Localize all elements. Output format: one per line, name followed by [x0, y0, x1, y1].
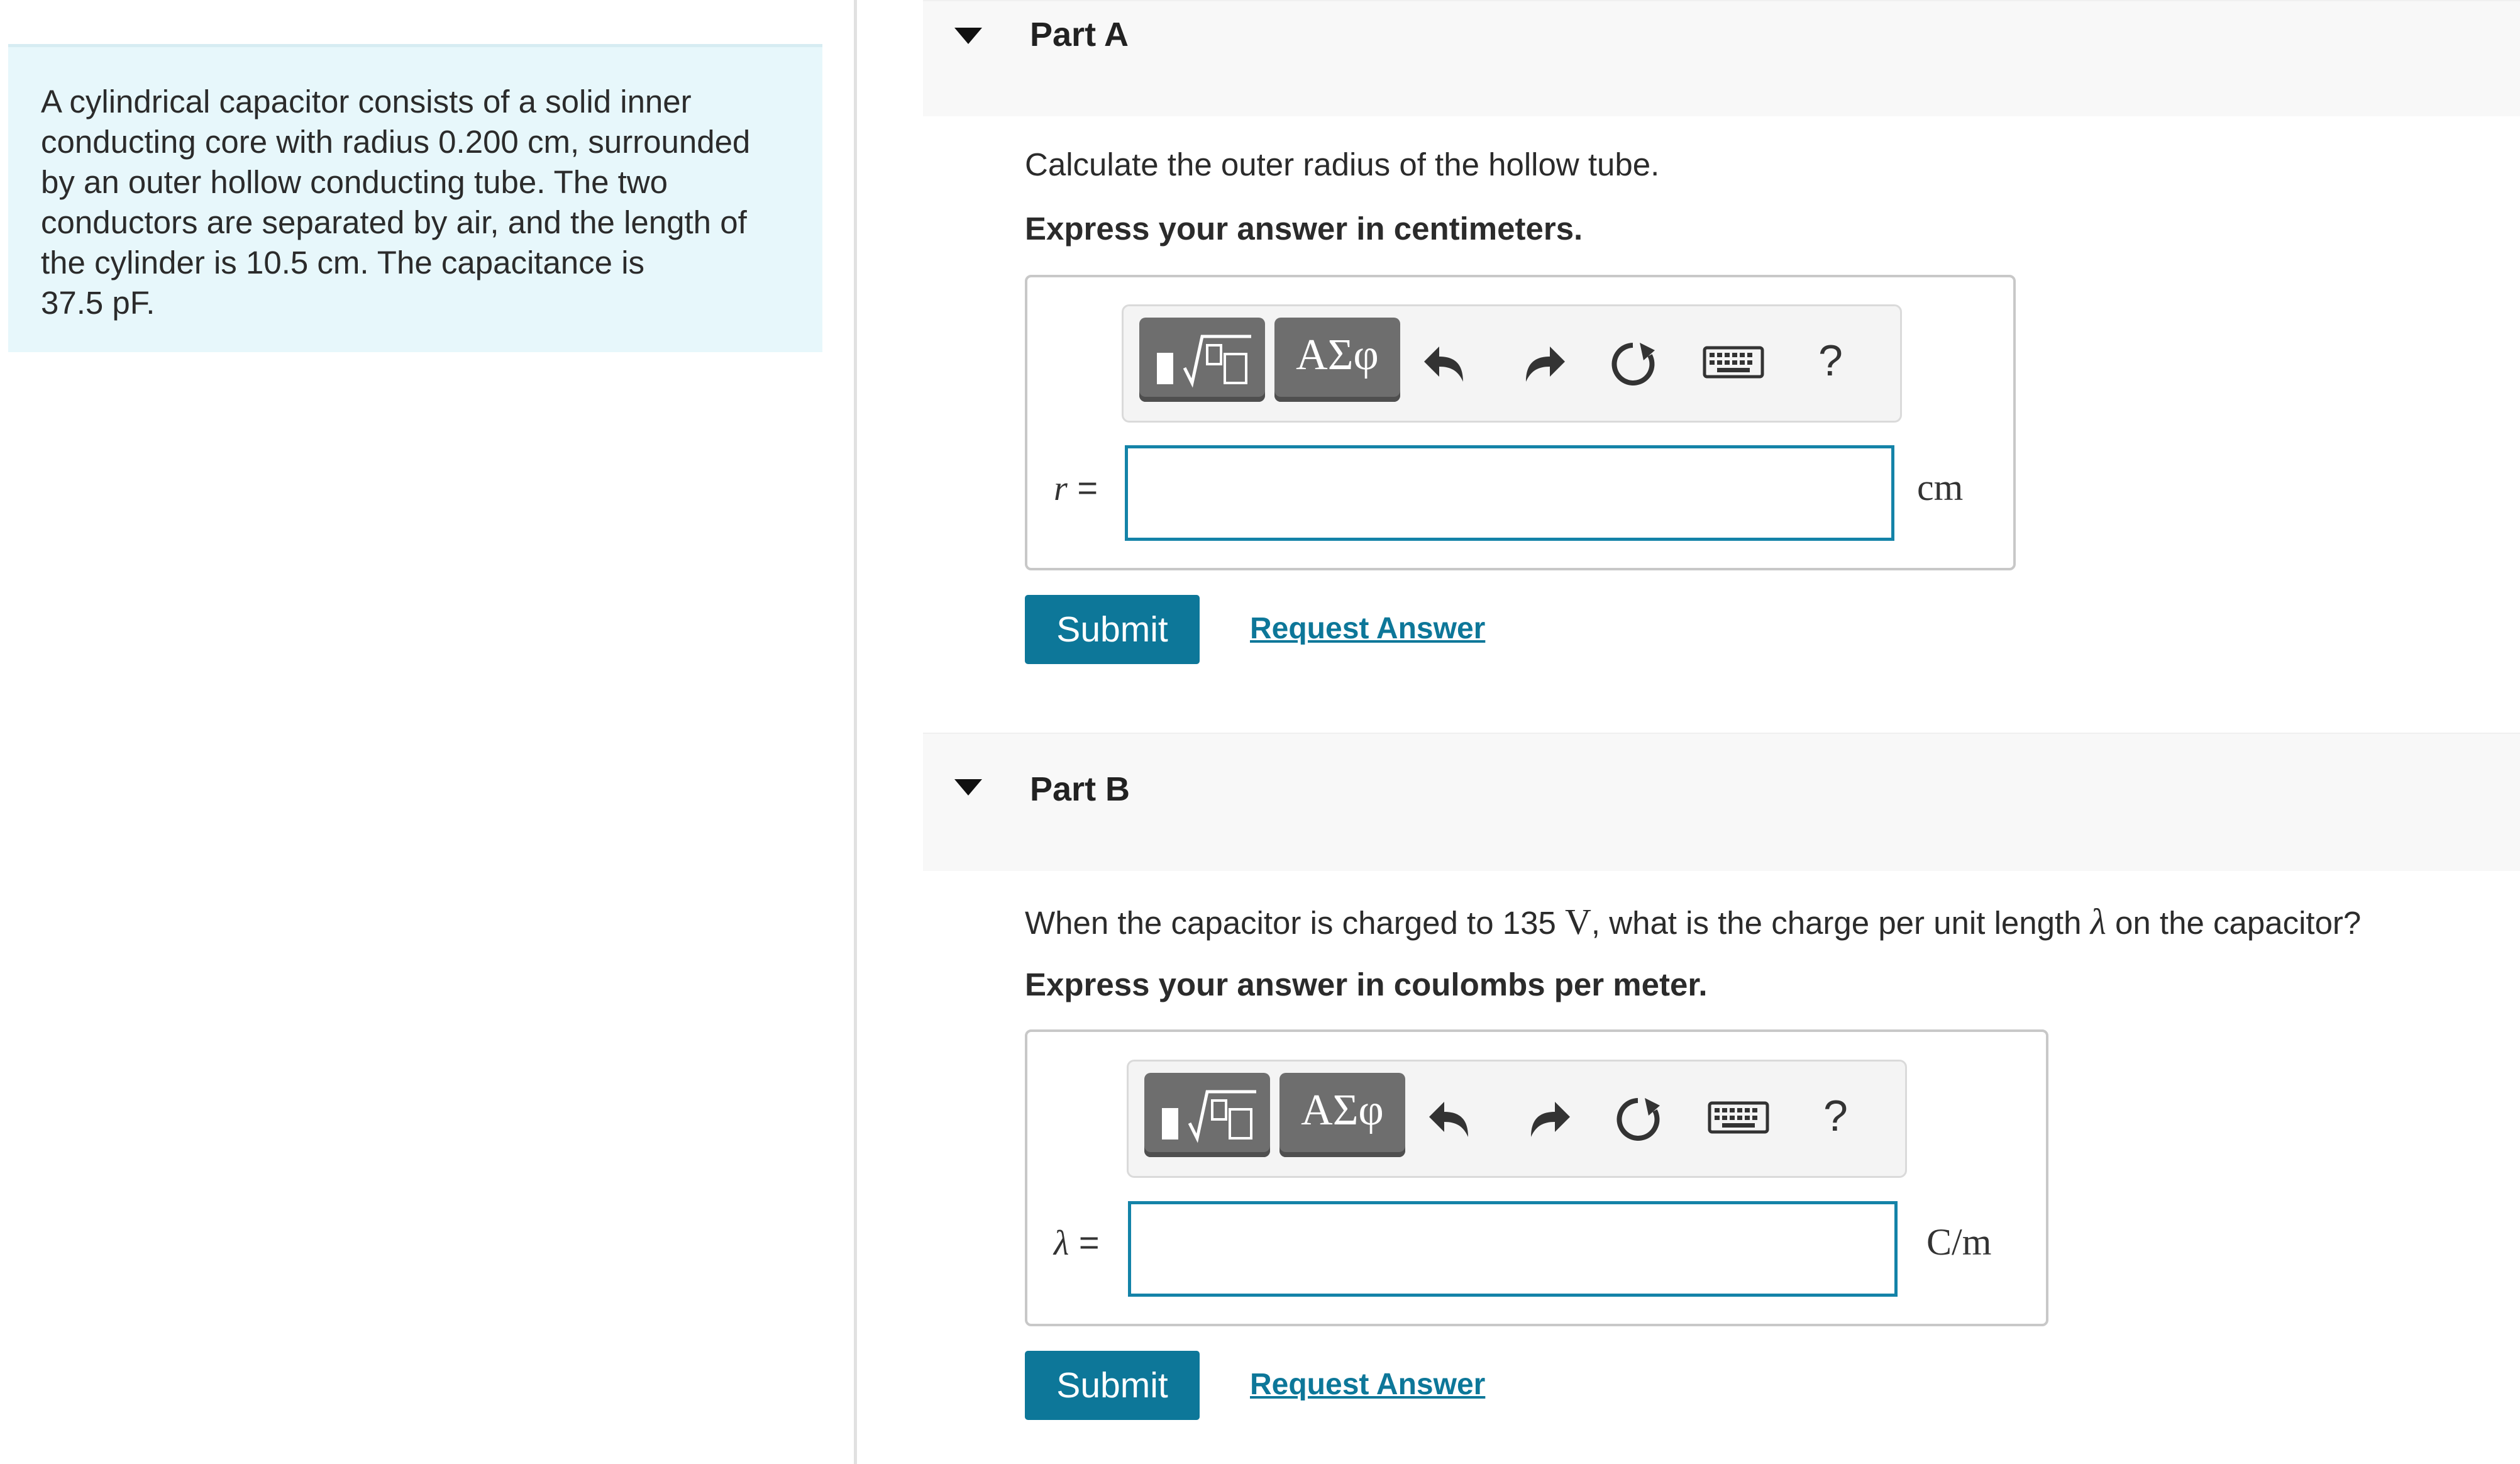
part-a-instruction: Express your answer in centimeters. [1025, 211, 1583, 247]
question-text: Calculate the outer radius of the hollow… [1025, 147, 1660, 182]
part-a-title: Part A [1030, 16, 1129, 53]
part-a-question: Calculate the outer radius of the hollow… [1025, 146, 1659, 183]
question-text: on the capacitor? [2106, 905, 2362, 941]
lambda-symbol: λ [2090, 901, 2106, 942]
part-a-request-answer-link[interactable]: Request Answer [1250, 611, 1485, 646]
equals-sign: = [1077, 468, 1098, 507]
greek-symbols-button[interactable]: ΑΣφ [1279, 1073, 1405, 1157]
templates-button[interactable] [1144, 1073, 1270, 1157]
keyboard-icon[interactable] [1707, 1099, 1770, 1137]
part-a-answer-box: ΑΣφ ? r = cm [1025, 275, 2016, 570]
keyboard-icon[interactable] [1702, 344, 1765, 382]
redo-icon[interactable] [1518, 1093, 1575, 1143]
equals-sign: = [1078, 1223, 1100, 1262]
part-a-answer-input[interactable] [1125, 445, 1894, 541]
math-toolbar: ΑΣφ ? [1127, 1060, 1907, 1178]
math-toolbar: ΑΣφ ? [1122, 304, 1902, 423]
problem-line: A cylindrical capacitor consists of a so… [41, 84, 692, 119]
help-button[interactable]: ? [1823, 1090, 1848, 1141]
greek-label: ΑΣφ [1301, 1086, 1384, 1134]
variable-symbol: r [1054, 469, 1068, 508]
problem-line: 37.5 pF. [41, 285, 155, 321]
part-b-answer-input[interactable] [1128, 1201, 1898, 1297]
templates-button[interactable] [1139, 318, 1265, 402]
part-a-submit-button[interactable]: Submit [1025, 595, 1200, 664]
part-b-answer-box: ΑΣφ ? λ = C/m [1025, 1029, 2048, 1326]
panel-divider [854, 0, 857, 1464]
variable-symbol: λ [1054, 1224, 1069, 1263]
redo-icon[interactable] [1513, 338, 1570, 388]
part-b-request-answer-link[interactable]: Request Answer [1250, 1367, 1485, 1402]
fraction-sqrt-template-icon [1162, 1090, 1256, 1143]
part-b-header[interactable]: Part B [923, 733, 2520, 871]
part-b-instruction: Express your answer in coulombs per mete… [1025, 967, 1708, 1002]
variable-label: r = [1054, 467, 1098, 509]
help-button[interactable]: ? [1818, 335, 1843, 385]
collapse-caret-icon[interactable] [954, 28, 982, 44]
problem-line: conducting core with radius 0.200 cm, su… [41, 124, 751, 160]
greek-label: ΑΣφ [1296, 331, 1379, 379]
reset-icon[interactable] [1605, 338, 1661, 388]
reset-icon[interactable] [1610, 1093, 1666, 1143]
undo-icon[interactable] [1424, 1093, 1481, 1143]
part-b-question: When the capacitor is charged to 135 V, … [1025, 901, 2361, 943]
question-text: , what is the charge per unit length [1591, 905, 2091, 941]
unit-label: C/m [1926, 1221, 1992, 1263]
voltage-unit: V [1565, 901, 1591, 942]
part-b-submit-button[interactable]: Submit [1025, 1351, 1200, 1420]
problem-line: conductors are separated by air, and the… [41, 204, 747, 240]
problem-line: by an outer hollow conducting tube. The … [41, 164, 668, 200]
part-b-title: Part B [1030, 770, 1130, 808]
question-text: When the capacitor is charged to 135 [1025, 905, 1566, 941]
greek-symbols-button[interactable]: ΑΣφ [1274, 318, 1400, 402]
collapse-caret-icon[interactable] [954, 779, 982, 796]
part-a-header[interactable]: Part A [923, 0, 2520, 116]
undo-icon[interactable] [1419, 338, 1476, 388]
variable-label: λ = [1054, 1222, 1100, 1263]
problem-line: the cylinder is 10.5 cm. The capacitance… [41, 245, 645, 280]
unit-label: cm [1917, 467, 1964, 508]
fraction-sqrt-template-icon [1157, 335, 1251, 388]
problem-statement: A cylindrical capacitor consists of a so… [8, 44, 822, 352]
